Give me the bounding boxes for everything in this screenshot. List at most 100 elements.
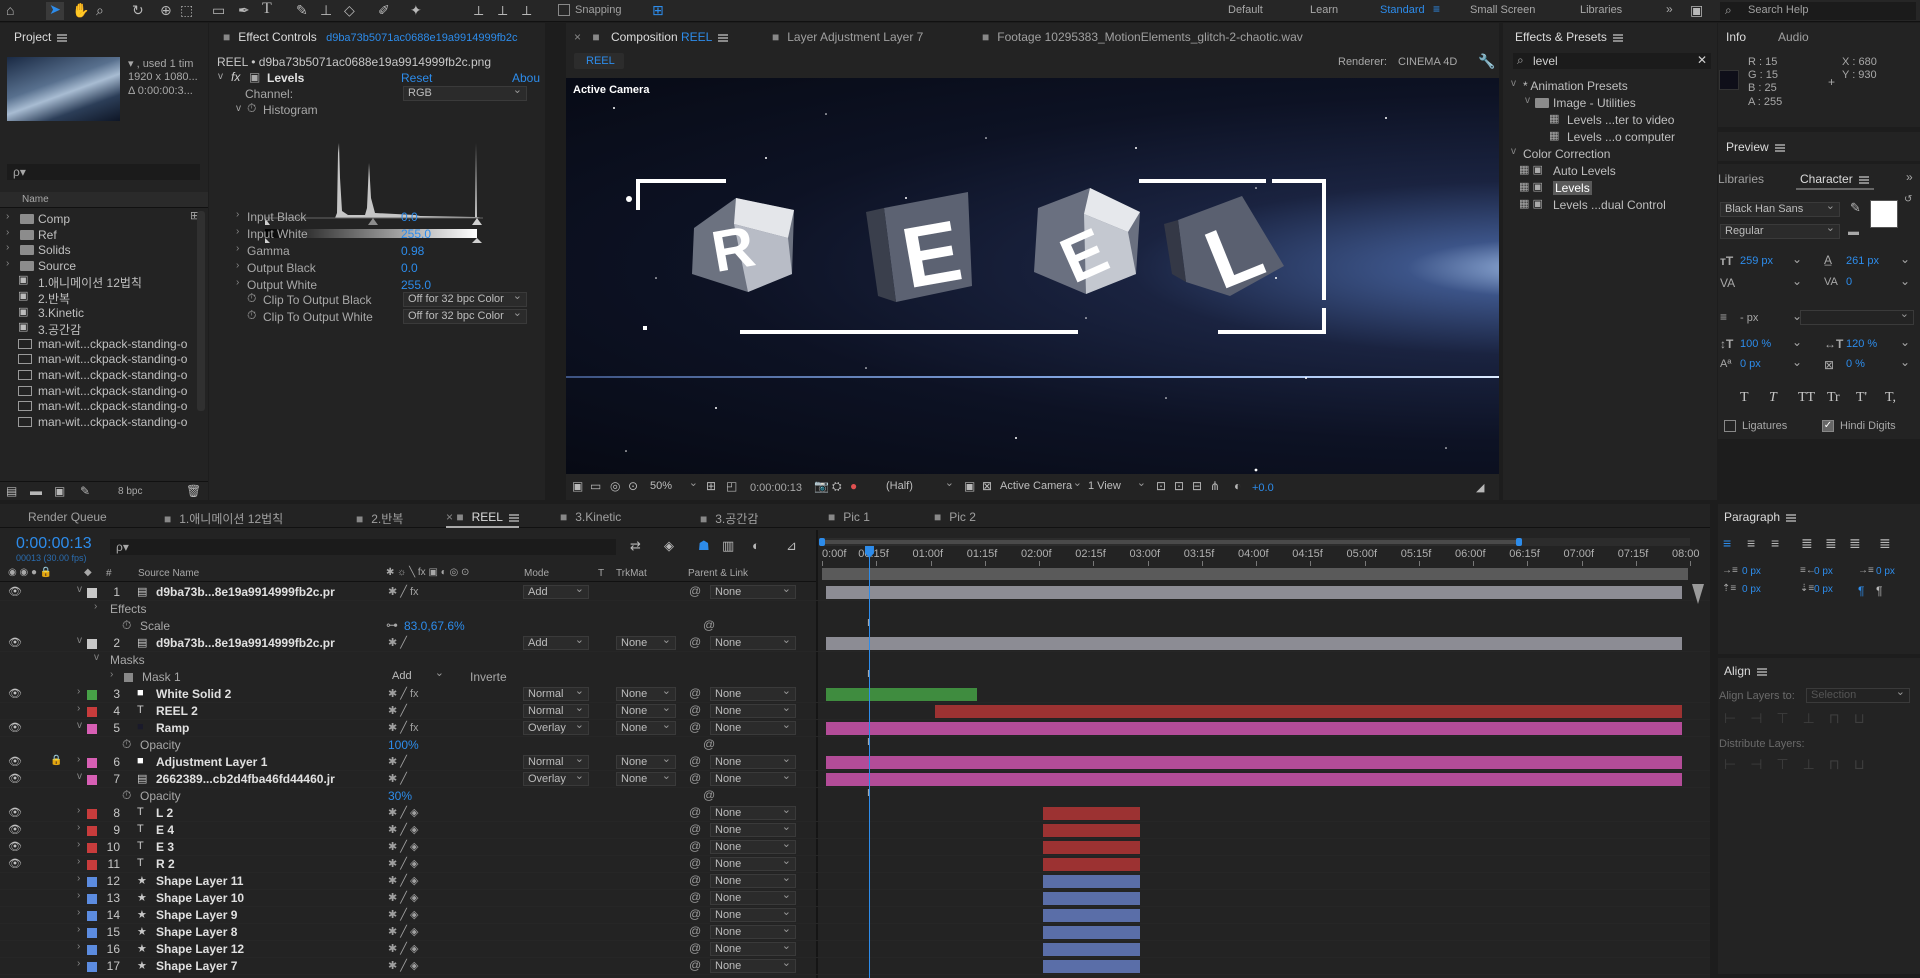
project-item[interactable]: man-wit...ckpack-standing-o xyxy=(0,383,196,399)
parent-pickwhip-icon[interactable]: @ xyxy=(703,618,715,632)
layer-switches[interactable]: ✱ ╱ ◈ xyxy=(388,857,418,870)
timeline-tab[interactable]: ■ 1.애니메이션 12법칙 xyxy=(164,510,283,527)
levels-param-value[interactable]: 0.98 xyxy=(401,244,424,258)
indent-left-value[interactable]: 0 px xyxy=(1742,566,1761,577)
layer-duration-bar[interactable] xyxy=(826,756,1682,769)
baseline-shift-value[interactable]: 0 px xyxy=(1740,358,1761,370)
clone-stamp-tool-icon[interactable]: ⊥ xyxy=(320,3,332,17)
trkmat-header[interactable]: TrkMat xyxy=(616,568,647,579)
expand-arrow-icon[interactable]: › xyxy=(77,822,80,833)
project-item[interactable]: man-wit...ckpack-standing-o xyxy=(0,367,196,383)
layer-duration-bar[interactable] xyxy=(826,773,1682,786)
parent-pickwhip-icon[interactable]: @ xyxy=(689,941,701,955)
parent-pickwhip-icon[interactable]: @ xyxy=(689,805,701,819)
project-search-input[interactable]: ρ▾ xyxy=(7,164,200,180)
panel-menu-icon[interactable] xyxy=(718,33,729,42)
lock-tab-icon[interactable]: ■ xyxy=(934,510,941,524)
expand-arrow-icon[interactable]: › xyxy=(77,686,80,697)
parent-pickwhip-icon[interactable]: @ xyxy=(689,958,701,972)
lock-tab-icon[interactable]: ■ xyxy=(164,512,171,526)
label-color-swatch[interactable] xyxy=(87,758,97,768)
layer-name[interactable]: R 2 xyxy=(156,857,175,871)
expand-arrow-icon[interactable]: › xyxy=(236,243,239,254)
layer-name[interactable]: E 3 xyxy=(156,840,174,854)
expand-arrow-icon[interactable]: › xyxy=(77,873,80,884)
workspace-menu-icon[interactable]: ≡ xyxy=(1433,2,1440,16)
workspace-default[interactable]: Default xyxy=(1228,4,1263,16)
lock-tab-icon[interactable]: ■ xyxy=(828,510,835,524)
project-item[interactable]: ▣ 2.반복 xyxy=(0,289,196,306)
parent-pickwhip-icon[interactable]: @ xyxy=(689,703,701,717)
snap-options-icon[interactable]: ⊞ xyxy=(652,3,664,17)
stopwatch-icon[interactable]: ⏱ xyxy=(247,101,256,116)
layer-switches[interactable]: ✱ ╱ ◈ xyxy=(388,959,418,972)
layer-duration-bar[interactable] xyxy=(1043,807,1140,820)
faux-bold-button[interactable]: T xyxy=(1740,390,1749,406)
always-preview-icon[interactable]: ▣ xyxy=(572,479,583,493)
project-item[interactable]: man-wit...ckpack-standing-o xyxy=(0,398,196,414)
panel-menu-icon[interactable] xyxy=(1774,143,1785,152)
camera-view-select[interactable]: Active Camera xyxy=(996,480,1086,495)
parent-select[interactable]: None xyxy=(710,942,796,956)
channel-select[interactable]: RGB xyxy=(403,86,527,101)
project-item[interactable]: man-wit...ckpack-standing-o xyxy=(0,336,196,352)
motion-blur-icon[interactable]: ◐ xyxy=(752,539,760,553)
trkmat-select[interactable]: None xyxy=(616,687,676,701)
new-comp-icon[interactable]: ▣ xyxy=(54,484,65,498)
roi-icon[interactable]: ▣ xyxy=(964,479,975,493)
layer-name[interactable]: REEL 2 xyxy=(156,704,198,718)
stroke-width-value[interactable]: - px xyxy=(1740,312,1758,324)
panel-menu-icon[interactable] xyxy=(508,513,519,522)
layer-switches[interactable]: ✱ ╱ ◈ xyxy=(388,840,418,853)
workspace-small-screen[interactable]: Small Screen xyxy=(1470,4,1535,16)
lock-icon[interactable]: 🔒 xyxy=(50,755,62,766)
font-family-select[interactable]: Black Han Sans xyxy=(1720,202,1840,217)
lock-tab-icon[interactable]: ■ xyxy=(560,510,567,524)
layer-duration-bar[interactable] xyxy=(826,637,1682,650)
layer-switches[interactable]: ✱ ╱ xyxy=(388,772,407,785)
trkmat-select[interactable]: None xyxy=(616,636,676,650)
parent-pickwhip-icon[interactable]: @ xyxy=(689,907,701,921)
parent-select[interactable]: None xyxy=(710,857,796,871)
visibility-eye-icon[interactable]: 👁 xyxy=(8,585,22,598)
tab-effects-presets[interactable]: Effects & Presets xyxy=(1515,30,1623,44)
label-color-swatch[interactable] xyxy=(87,588,97,598)
effects-tree-item[interactable]: ▦ ▣ Auto Levels xyxy=(1503,163,1717,179)
layer-name[interactable]: Shape Layer 7 xyxy=(156,959,237,973)
faux-italic-button[interactable]: T xyxy=(1769,390,1777,406)
layer-row[interactable]: 👁 › 3 ■ White Solid 2 ✱ ╱ fx Normal None @ None xyxy=(0,686,1710,703)
project-item[interactable]: man-wit...ckpack-standing-o xyxy=(0,414,196,430)
kerning-dropdown-icon[interactable]: ⌄ xyxy=(1792,274,1802,288)
fx-icon[interactable]: fx xyxy=(231,70,240,84)
property-group-row[interactable]: › Effects xyxy=(0,601,1710,618)
parent-select[interactable]: None xyxy=(710,585,796,599)
justify-left-icon[interactable]: ≣ xyxy=(1801,536,1813,550)
parent-pickwhip-icon[interactable]: @ xyxy=(689,890,701,904)
expand-arrow-icon[interactable]: v xyxy=(94,652,99,663)
label-color-swatch[interactable] xyxy=(87,928,97,938)
clip-black-stopwatch-icon[interactable]: ⏱ xyxy=(247,291,256,306)
shy-icon[interactable]: ☗ xyxy=(698,539,710,553)
project-settings-icon[interactable]: ✎ xyxy=(80,484,90,498)
panel-menu-icon[interactable] xyxy=(57,33,68,42)
tab-footage[interactable]: ■ Footage 10295383_MotionElements_glitch-… xyxy=(982,30,1303,44)
layer-row[interactable]: 👁 › 9 T E 4 ✱ ╱ ◈ @ None xyxy=(0,822,1710,839)
parent-pickwhip-icon[interactable]: @ xyxy=(689,584,701,598)
current-time[interactable]: 0:00:00:13 xyxy=(750,482,802,494)
leading-value[interactable]: 261 px xyxy=(1846,255,1879,267)
project-scrollbar[interactable] xyxy=(197,211,205,411)
layer-row[interactable]: › 12 ★ Shape Layer 11 ✱ ╱ ◈ @ None xyxy=(0,873,1710,890)
expand-arrow-icon[interactable]: v xyxy=(77,635,82,646)
indent-first-value[interactable]: 0 px xyxy=(1876,566,1895,577)
brush-tool-icon[interactable]: ✎ xyxy=(296,3,308,17)
close-tab-icon[interactable]: × ■ xyxy=(446,510,464,524)
layer-row[interactable]: 👁 v 2 ▤ d9ba73b...8e19a9914999fb2c.pr ✱ ╱ Add N… xyxy=(0,635,1710,652)
ltr-direction-icon[interactable]: ¶ xyxy=(1858,584,1864,598)
hindi-digits-checkbox[interactable]: ✓ xyxy=(1822,420,1834,432)
timeline-tab[interactable]: ■ 3.공간감 xyxy=(700,510,758,527)
workspace-standard[interactable]: Standard xyxy=(1380,4,1425,16)
no-fill-icon[interactable]: ▬ xyxy=(1848,226,1859,238)
show-snapshot-icon[interactable]: ⛭ xyxy=(832,479,842,493)
layer-row[interactable]: › 14 ★ Shape Layer 9 ✱ ╱ ◈ @ None xyxy=(0,907,1710,924)
timeline-tab[interactable]: ■ 2.반복 xyxy=(356,510,403,527)
